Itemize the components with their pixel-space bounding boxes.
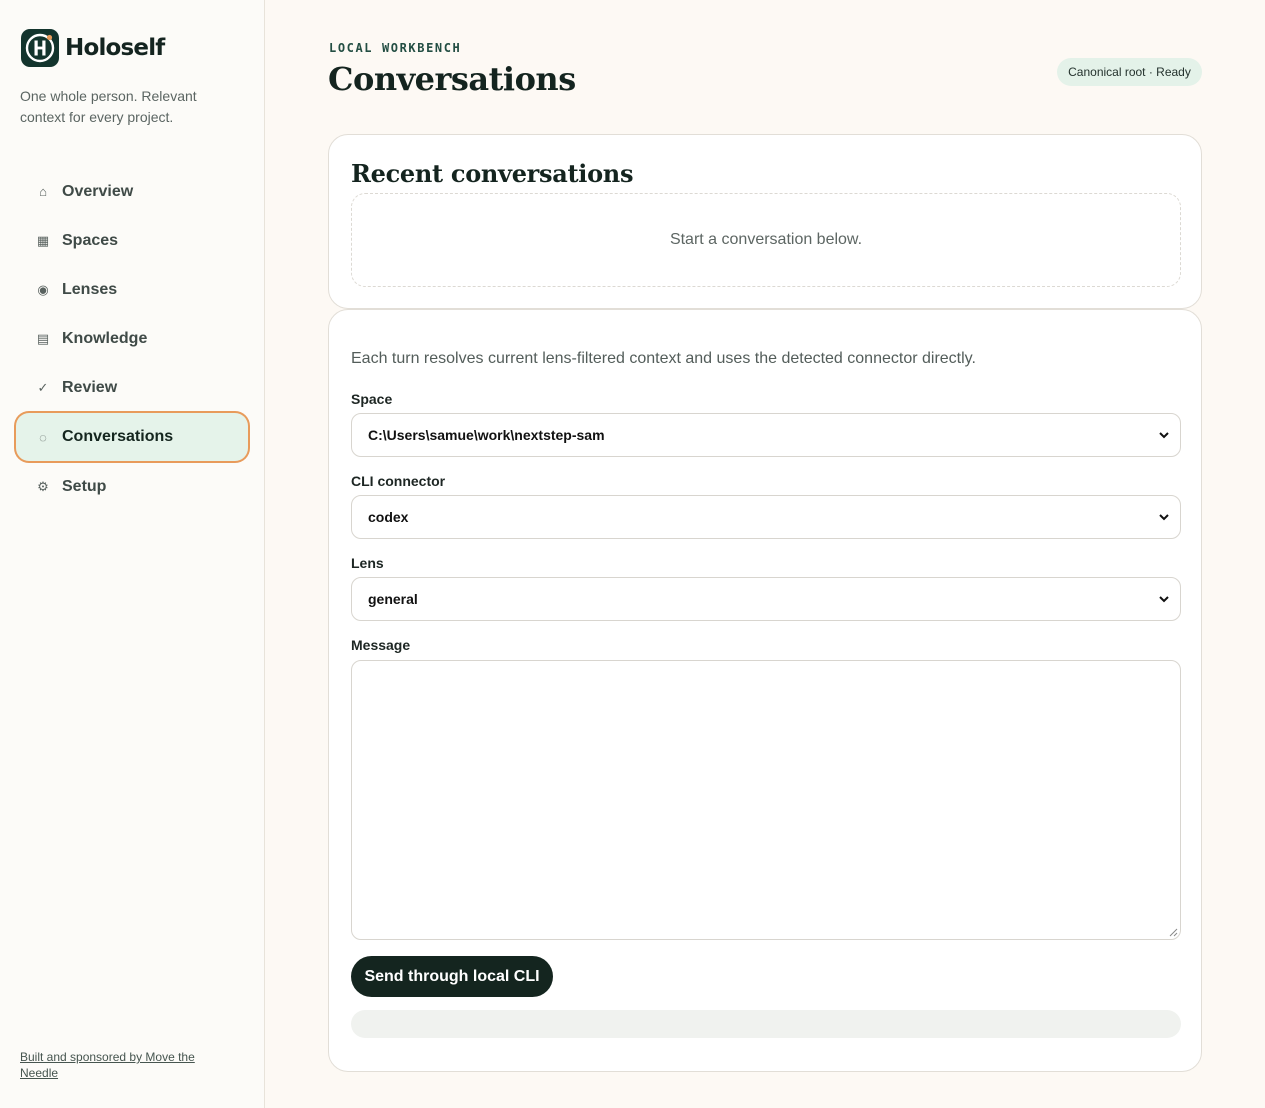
sidebar-item-lenses[interactable]: ◉ Lenses xyxy=(16,265,248,314)
sidebar-item-label: Overview xyxy=(62,182,134,200)
chevron-down-icon xyxy=(1159,514,1169,521)
conversation-icon: ◌ xyxy=(39,429,47,445)
empty-state: Start a conversation below. xyxy=(351,193,1181,287)
sidebar: Holoself One whole person. Relevant cont… xyxy=(0,0,265,1108)
sidebar-item-label: Conversations xyxy=(62,428,174,445)
chevron-down-icon xyxy=(1159,596,1169,603)
message-label: Message xyxy=(351,637,411,653)
space-select-value: C:\Users\samue\work\nextstep-sam xyxy=(368,427,605,443)
connector-select-value: codex xyxy=(368,509,409,525)
sidebar-nav: ⌂ Overview ▦ Spaces ◉ Lenses ▤ Knowledge… xyxy=(16,167,248,511)
sidebar-item-label: Spaces xyxy=(62,231,119,249)
sidebar-item-review[interactable]: ✓ Review xyxy=(16,363,248,412)
recent-conversations-card: Recent conversations Start a conversatio… xyxy=(328,134,1202,309)
brand-name: Holoself xyxy=(65,35,165,61)
send-button[interactable]: Send through local CLI xyxy=(351,956,553,997)
result-status-bar xyxy=(351,1010,1181,1038)
home-icon: ⌂ xyxy=(39,184,47,199)
holoself-logo-icon xyxy=(21,29,59,67)
brand[interactable]: Holoself xyxy=(21,29,165,67)
document-icon: ▤ xyxy=(36,330,50,346)
tagline: One whole person. Relevant context for e… xyxy=(20,88,197,125)
page-title: Conversations xyxy=(328,60,576,98)
connector-label: CLI connector xyxy=(351,473,446,489)
recent-conversations-title: Recent conversations xyxy=(351,159,634,188)
lens-icon: ◉ xyxy=(37,281,49,297)
form-help-text: Each turn resolves current lens-filtered… xyxy=(351,350,976,367)
grid-icon: ▦ xyxy=(36,232,50,248)
page-eyebrow: LOCAL WORKBENCH xyxy=(329,41,462,55)
status-badge: Canonical root · Ready xyxy=(1057,58,1202,86)
sidebar-item-label: Setup xyxy=(62,477,107,495)
message-textarea[interactable] xyxy=(351,660,1181,940)
sidebar-item-label: Knowledge xyxy=(62,329,148,347)
sidebar-item-spaces[interactable]: ▦ Spaces xyxy=(16,216,248,265)
sidebar-item-setup[interactable]: ⚙ Setup xyxy=(16,462,248,511)
gear-icon: ⚙ xyxy=(37,478,49,494)
sidebar-item-label: Review xyxy=(62,378,118,396)
space-select[interactable]: C:\Users\samue\work\nextstep-sam xyxy=(351,413,1181,457)
resize-grip-icon[interactable] xyxy=(1169,928,1178,937)
space-label: Space xyxy=(351,391,393,407)
connector-select[interactable]: codex xyxy=(351,495,1181,539)
sidebar-item-knowledge[interactable]: ▤ Knowledge xyxy=(16,314,248,363)
check-icon: ✓ xyxy=(37,379,49,395)
sponsor-link[interactable]: Built and sponsored by Move the Needle xyxy=(20,1049,220,1081)
sidebar-item-conversations[interactable]: ◌ Conversations xyxy=(16,413,248,461)
sidebar-item-label: Lenses xyxy=(62,280,118,298)
lens-label: Lens xyxy=(351,555,384,571)
sidebar-item-overview[interactable]: ⌂ Overview xyxy=(16,167,248,216)
lens-select-value: general xyxy=(368,591,418,607)
lens-select[interactable]: general xyxy=(351,577,1181,621)
conversation-form-card: Each turn resolves current lens-filtered… xyxy=(328,309,1202,1072)
chevron-down-icon xyxy=(1159,432,1169,439)
